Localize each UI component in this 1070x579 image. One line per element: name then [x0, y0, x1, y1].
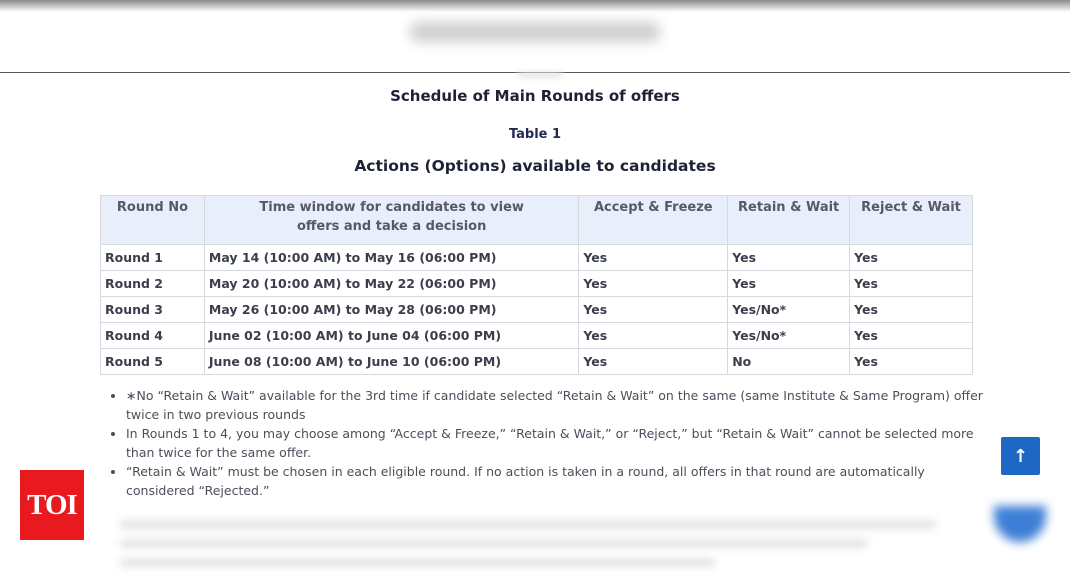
table-label: Table 1 [508, 127, 562, 142]
list-item: ∗No “Retain & Wait” available for the 3r… [126, 386, 992, 424]
table-header-row: Round No Time window for candidates to v… [100, 195, 973, 245]
cell-accept-freeze: Yes [578, 322, 729, 349]
cell-retain-wait: No [727, 348, 851, 375]
blurred-text-lines [120, 520, 970, 577]
cell-retain-wait: Yes/No* [727, 296, 851, 323]
cell-reject-wait: Yes [849, 296, 973, 323]
cell-round: Round 4 [100, 322, 205, 349]
header-round-no: Round No [100, 195, 205, 245]
scroll-to-top-button[interactable]: ↑ [1001, 437, 1040, 475]
cell-reject-wait: Yes [849, 244, 973, 271]
cell-accept-freeze: Yes [578, 296, 729, 323]
cell-time-window: June 02 (10:00 AM) to June 04 (06:00 PM) [203, 322, 580, 349]
cell-reject-wait: Yes [849, 322, 973, 349]
header-time-window: Time window for candidates to view offer… [203, 195, 580, 245]
table-title: Actions (Options) available to candidate… [354, 157, 716, 175]
table-row: Round 2 May 20 (10:00 AM) to May 22 (06:… [100, 270, 973, 297]
cell-accept-freeze: Yes [578, 244, 729, 271]
notes-list: ∗No “Retain & Wait” available for the 3r… [108, 386, 992, 500]
cell-reject-wait: Yes [849, 270, 973, 297]
list-item: In Rounds 1 to 4, you may choose among “… [126, 424, 992, 462]
cell-time-window: May 20 (10:00 AM) to May 22 (06:00 PM) [203, 270, 580, 297]
cell-reject-wait: Yes [849, 348, 973, 375]
list-item: “Retain & Wait” must be chosen in each e… [126, 462, 992, 500]
table-row: Round 5 June 08 (10:00 AM) to June 10 (0… [100, 348, 973, 375]
table-row: Round 1 May 14 (10:00 AM) to May 16 (06:… [100, 244, 973, 271]
blurred-tab-indicator [518, 72, 562, 78]
cell-accept-freeze: Yes [578, 270, 729, 297]
cell-retain-wait: Yes/No* [727, 322, 851, 349]
blurred-header-title [410, 22, 660, 42]
cell-time-window: May 26 (10:00 AM) to May 28 (06:00 PM) [203, 296, 580, 323]
schedule-table: Round No Time window for candidates to v… [100, 195, 973, 375]
header-reject-wait: Reject & Wait [849, 195, 973, 245]
site-header [0, 0, 1070, 73]
cell-round: Round 3 [100, 296, 205, 323]
toi-logo: TOI [20, 470, 84, 540]
table-row: Round 3 May 26 (10:00 AM) to May 28 (06:… [100, 296, 973, 323]
cell-time-window: May 14 (10:00 AM) to May 16 (06:00 PM) [203, 244, 580, 271]
header-accept-freeze: Accept & Freeze [578, 195, 729, 245]
header-retain-wait: Retain & Wait [727, 195, 851, 245]
cell-accept-freeze: Yes [578, 348, 729, 375]
arrow-up-icon: ↑ [1012, 445, 1029, 467]
cell-round: Round 5 [100, 348, 205, 375]
cell-round: Round 2 [100, 270, 205, 297]
cell-round: Round 1 [100, 244, 205, 271]
cell-retain-wait: Yes [727, 270, 851, 297]
cell-retain-wait: Yes [727, 244, 851, 271]
table-row: Round 4 June 02 (10:00 AM) to June 04 (0… [100, 322, 973, 349]
page-title: Schedule of Main Rounds of offers [390, 87, 680, 105]
cell-time-window: June 08 (10:00 AM) to June 10 (06:00 PM) [203, 348, 580, 375]
header-shadow [0, 0, 1070, 12]
